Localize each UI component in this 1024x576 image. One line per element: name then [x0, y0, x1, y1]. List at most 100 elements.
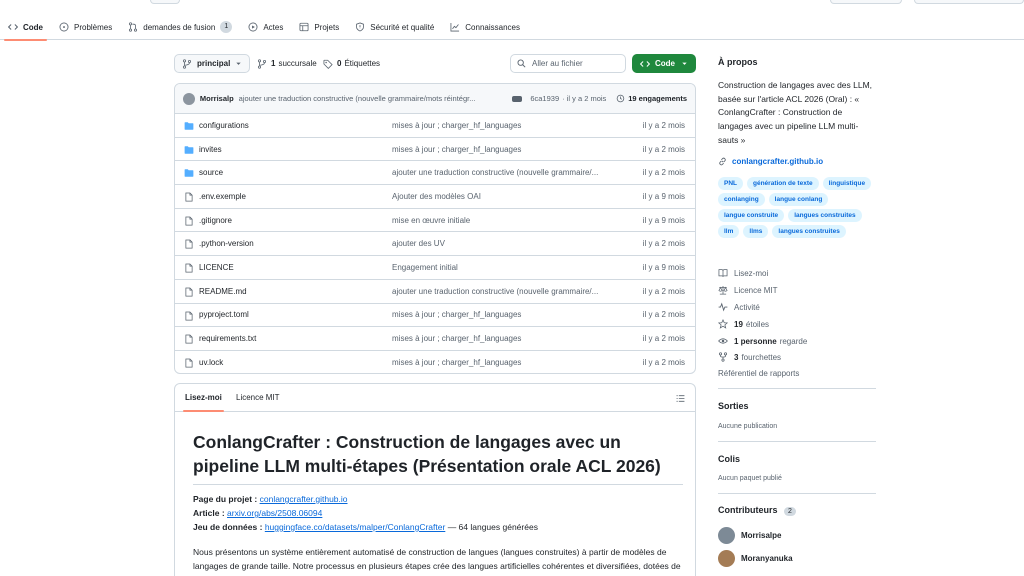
website-link[interactable]: conlangcrafter.github.io [718, 157, 823, 166]
project-page-line: Page du projet : conlangcrafter.github.i… [193, 494, 348, 504]
code-button-label: Code [655, 59, 675, 68]
eye-icon [718, 338, 728, 344]
file-name[interactable]: README.md [199, 287, 247, 296]
topic-tag[interactable]: PNL [718, 177, 743, 190]
file-row[interactable]: configurations mises à jour ; charger_hf_… [175, 114, 695, 138]
file-row[interactable]: requirements.txt mises à jour ; charger_h… [175, 327, 695, 351]
file-commit-message[interactable]: ajouter une traduction constructive (nou… [392, 287, 614, 296]
folder-icon [184, 122, 194, 130]
divider [718, 441, 876, 442]
topic-tag[interactable]: langue conlang [768, 193, 829, 206]
article-link[interactable]: arxiv.org/abs/2508.06094 [227, 508, 322, 518]
commit-count[interactable]: 19 engagements [628, 94, 687, 103]
file-name[interactable]: requirements.txt [199, 334, 256, 343]
file-icon [185, 263, 193, 273]
file-commit-message[interactable]: Ajouter des modèles OAI [392, 192, 614, 201]
file-row[interactable]: source ajouter une traduction constructiv… [175, 161, 695, 186]
topic-tag[interactable]: conlanging [718, 193, 765, 206]
contributor-item[interactable]: Morrisalpe [718, 527, 781, 544]
file-name[interactable]: pyproject.toml [199, 310, 249, 319]
commit-hash[interactable]: 6ca1939 [530, 94, 559, 103]
pull-request-icon [129, 22, 138, 32]
tab-readme[interactable]: Lisez-moi [183, 393, 224, 412]
chevron-down-icon [682, 62, 687, 65]
file-row[interactable]: .python-version ajouter des UV il y a 2 mo… [175, 232, 695, 257]
outline-icon[interactable] [676, 394, 685, 403]
file-commit-message[interactable]: ajouter une traduction constructive (nou… [392, 168, 614, 177]
topic-tag[interactable]: langues construites [788, 209, 862, 222]
avatar[interactable] [183, 92, 195, 105]
tab-code[interactable]: Code [0, 17, 51, 41]
license-link[interactable]: Licence MIT [718, 285, 778, 295]
topic-list: PNL génération de texte linguistique conlan… [718, 177, 878, 238]
ellipsis-icon[interactable] [512, 95, 523, 102]
readme-panel: Lisez-moi Licence MIT ConlangCrafter : C… [174, 383, 696, 576]
file-commit-message[interactable]: Engagement initial [392, 263, 614, 272]
topic-tag[interactable]: langue construite [718, 209, 785, 222]
go-to-file-input[interactable] [532, 59, 612, 68]
tab-actions[interactable]: Actes [240, 17, 291, 37]
releases-heading[interactable]: Sorties [718, 401, 749, 411]
file-commit-message[interactable]: mises à jour ; charger_hf_languages [392, 334, 614, 343]
file-name[interactable]: .env.exemple [199, 192, 246, 201]
packages-heading[interactable]: Colis [718, 454, 740, 464]
dataset-link[interactable]: huggingface.co/datasets/malper/ConlangCr… [265, 522, 446, 532]
branch-selector[interactable]: principal [174, 54, 250, 73]
tags-link[interactable]: 0 Étiquettes [323, 54, 380, 73]
file-row[interactable]: README.md ajouter une traduction construc… [175, 280, 695, 304]
tab-projects[interactable]: Projets [291, 17, 347, 37]
tab-license[interactable]: Licence MIT [236, 393, 280, 402]
contributors-heading[interactable]: Contributeurs 2 [718, 505, 796, 516]
commit-author[interactable]: Morrisalp [200, 94, 234, 103]
file-name[interactable]: uv.lock [199, 358, 223, 367]
tab-label: demandes de fusion [143, 22, 216, 32]
code-button[interactable]: Code [632, 54, 696, 73]
topic-tag[interactable]: llm [718, 225, 740, 238]
file-date: il y a 2 mois [642, 310, 685, 320]
tab-pull-requests[interactable]: demandes de fusion 1 [120, 17, 240, 37]
file-name[interactable]: invites [199, 145, 222, 154]
go-to-file-search[interactable] [510, 54, 626, 73]
file-row[interactable]: pyproject.toml mises à jour ; charger_hf_… [175, 304, 695, 328]
file-name[interactable]: LICENCE [199, 263, 234, 272]
stars-count: 19 [734, 319, 743, 329]
activity-link[interactable]: Activité [718, 302, 760, 312]
file-name[interactable]: configurations [199, 121, 249, 130]
watchers-link[interactable]: 1 personne regarde [718, 336, 807, 346]
topic-tag[interactable]: llms [743, 225, 769, 238]
report-repository-link[interactable]: Référentiel de rapports [718, 369, 799, 378]
tab-label: Problèmes [74, 22, 113, 32]
file-row[interactable]: .gitignore mise en œuvre initiale il y a 9… [175, 209, 695, 233]
tab-insights[interactable]: Connaissances [442, 17, 528, 37]
project-link[interactable]: conlangcrafter.github.io [260, 494, 348, 504]
pulse-icon [718, 302, 728, 312]
topic-tag[interactable]: linguistique [822, 177, 872, 190]
file-commit-message[interactable]: mises à jour ; charger_hf_languages [392, 310, 614, 319]
file-commit-message[interactable]: mise en œuvre initiale [392, 216, 614, 225]
file-row[interactable]: LICENCE Engagement initial il y a 9 mois [175, 256, 695, 280]
file-row[interactable]: .env.exemple Ajouter des modèles OAI il y … [175, 185, 695, 209]
code-icon [8, 24, 18, 30]
topic-tag[interactable]: langues construites [772, 225, 846, 238]
contributor-item[interactable]: Moranyanuka [718, 550, 793, 567]
file-name[interactable]: .gitignore [199, 216, 232, 225]
file-row[interactable]: invites mises à jour ; charger_hf_languag… [175, 138, 695, 162]
readme-tabs: Lisez-moi Licence MIT [175, 384, 695, 412]
file-commit-message[interactable]: ajouter des UV [392, 239, 614, 248]
topic-tag[interactable]: génération de texte [747, 177, 819, 190]
file-commit-message[interactable]: mises à jour ; charger_hf_languages [392, 145, 614, 154]
branches-link[interactable]: 1 succursale [257, 54, 317, 73]
commit-message[interactable]: ajouter une traduction constructive (nou… [239, 94, 507, 103]
readme-link[interactable]: Lisez-moi [718, 268, 768, 278]
file-name[interactable]: .python-version [199, 239, 254, 248]
file-row[interactable]: uv.lock mises à jour ; charger_hf_languag… [175, 351, 695, 373]
file-commit-message[interactable]: mises à jour ; charger_hf_languages [392, 358, 614, 367]
file-name[interactable]: source [199, 168, 223, 177]
file-commit-message[interactable]: mises à jour ; charger_hf_languages [392, 121, 614, 130]
stars-link[interactable]: 19 étoiles [718, 319, 769, 329]
tab-issues[interactable]: Problèmes [51, 17, 120, 37]
file-date: il y a 2 mois [642, 239, 685, 249]
branches-count: 1 [271, 59, 276, 68]
forks-link[interactable]: 3 fourchettes [718, 352, 781, 362]
tab-security[interactable]: Sécurité et qualité [347, 17, 442, 37]
